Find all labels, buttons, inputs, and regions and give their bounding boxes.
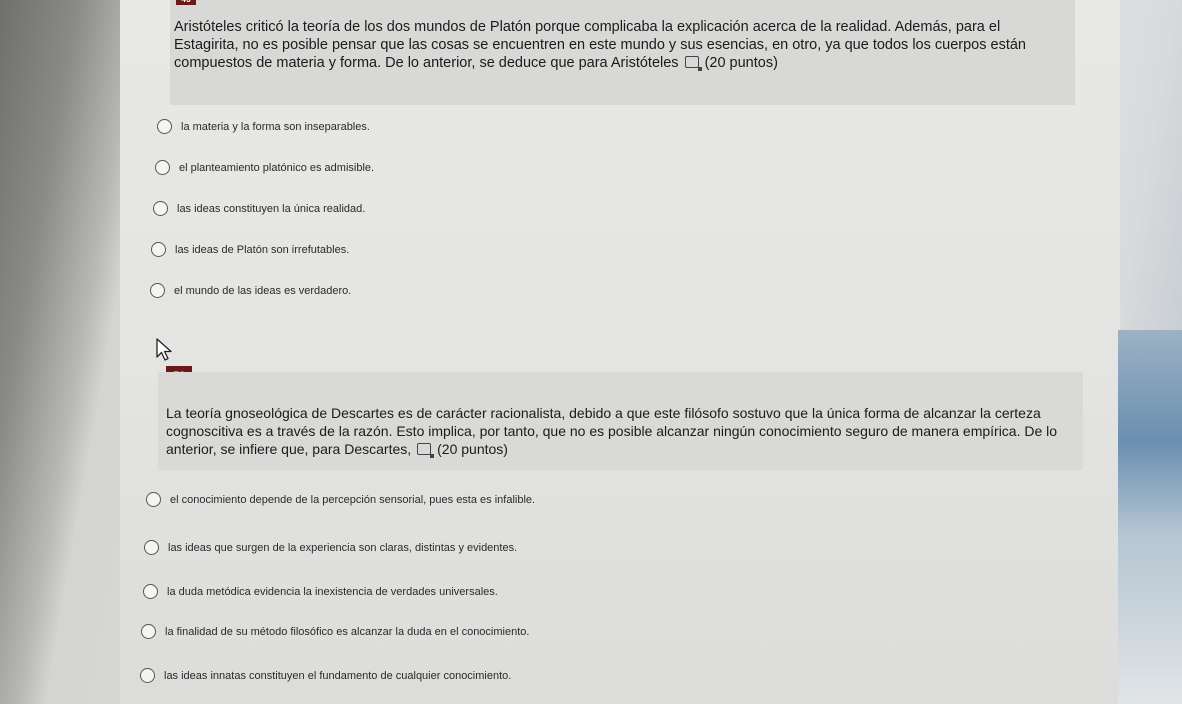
- option-50-c[interactable]: la duda metódica evidencia la inexistenc…: [143, 584, 498, 599]
- option-label: las ideas que surgen de la experiencia s…: [168, 541, 518, 554]
- radio-button[interactable]: [150, 283, 165, 298]
- option-label: las ideas innatas constituyen el fundame…: [164, 669, 512, 682]
- option-49-c[interactable]: las ideas constituyen la única realidad.: [153, 201, 365, 216]
- option-label: las ideas de Platón son irrefutables.: [175, 243, 350, 256]
- option-label: la finalidad de su método filosófico es …: [165, 625, 530, 638]
- option-label: la duda metódica evidencia la inexistenc…: [167, 585, 498, 598]
- option-50-b[interactable]: las ideas que surgen de la experiencia s…: [144, 540, 517, 555]
- background-window-edge: [1118, 330, 1182, 704]
- question-header: Aristóteles criticó la teoría de los dos…: [170, 0, 1075, 105]
- option-50-d[interactable]: la finalidad de su método filosófico es …: [141, 624, 529, 639]
- question-49: 49 Aristóteles criticó la teoría de los …: [170, 0, 1075, 105]
- option-label: el planteamiento platónico es admisible.: [179, 161, 375, 174]
- radio-button[interactable]: [146, 492, 161, 507]
- option-49-b[interactable]: el planteamiento platónico es admisible.: [155, 160, 374, 175]
- radio-button[interactable]: [153, 201, 168, 216]
- option-50-a[interactable]: el conocimiento depende de la percepción…: [146, 492, 535, 507]
- question-prompt: Aristóteles criticó la teoría de los dos…: [174, 19, 1026, 71]
- option-label: el conocimiento depende de la percepción…: [170, 493, 536, 506]
- question-text: Aristóteles criticó la teoría de los dos…: [174, 18, 1065, 72]
- question-points: (20 puntos): [704, 55, 778, 71]
- radio-button[interactable]: [155, 160, 170, 175]
- reference-icon[interactable]: [417, 443, 435, 458]
- radio-button[interactable]: [140, 668, 155, 683]
- option-49-d[interactable]: las ideas de Platón son irrefutables.: [151, 242, 349, 257]
- option-50-e[interactable]: las ideas innatas constituyen el fundame…: [140, 668, 511, 683]
- radio-button[interactable]: [151, 242, 166, 257]
- option-label: el mundo de las ideas es verdadero.: [174, 284, 352, 297]
- option-label: la materia y la forma son inseparables.: [181, 120, 370, 133]
- mouse-pointer-icon: [156, 338, 172, 361]
- question-number-badge: 49: [176, 0, 197, 5]
- radio-button[interactable]: [157, 119, 172, 134]
- radio-button[interactable]: [144, 540, 159, 555]
- radio-button[interactable]: [143, 584, 158, 599]
- radio-button[interactable]: [141, 624, 156, 639]
- question-50: La teoría gnoseológica de Descartes es d…: [158, 372, 1083, 470]
- option-label: las ideas constituyen la única realidad.: [177, 202, 366, 215]
- option-49-a[interactable]: la materia y la forma son inseparables.: [157, 119, 370, 134]
- reference-icon[interactable]: [684, 56, 702, 71]
- question-header: La teoría gnoseológica de Descartes es d…: [158, 372, 1083, 470]
- option-49-e[interactable]: el mundo de las ideas es verdadero.: [150, 283, 351, 298]
- question-points: (20 puntos): [437, 441, 508, 457]
- question-prompt: La teoría gnoseológica de Descartes es d…: [166, 405, 1058, 457]
- question-text: La teoría gnoseológica de Descartes es d…: [166, 404, 1073, 458]
